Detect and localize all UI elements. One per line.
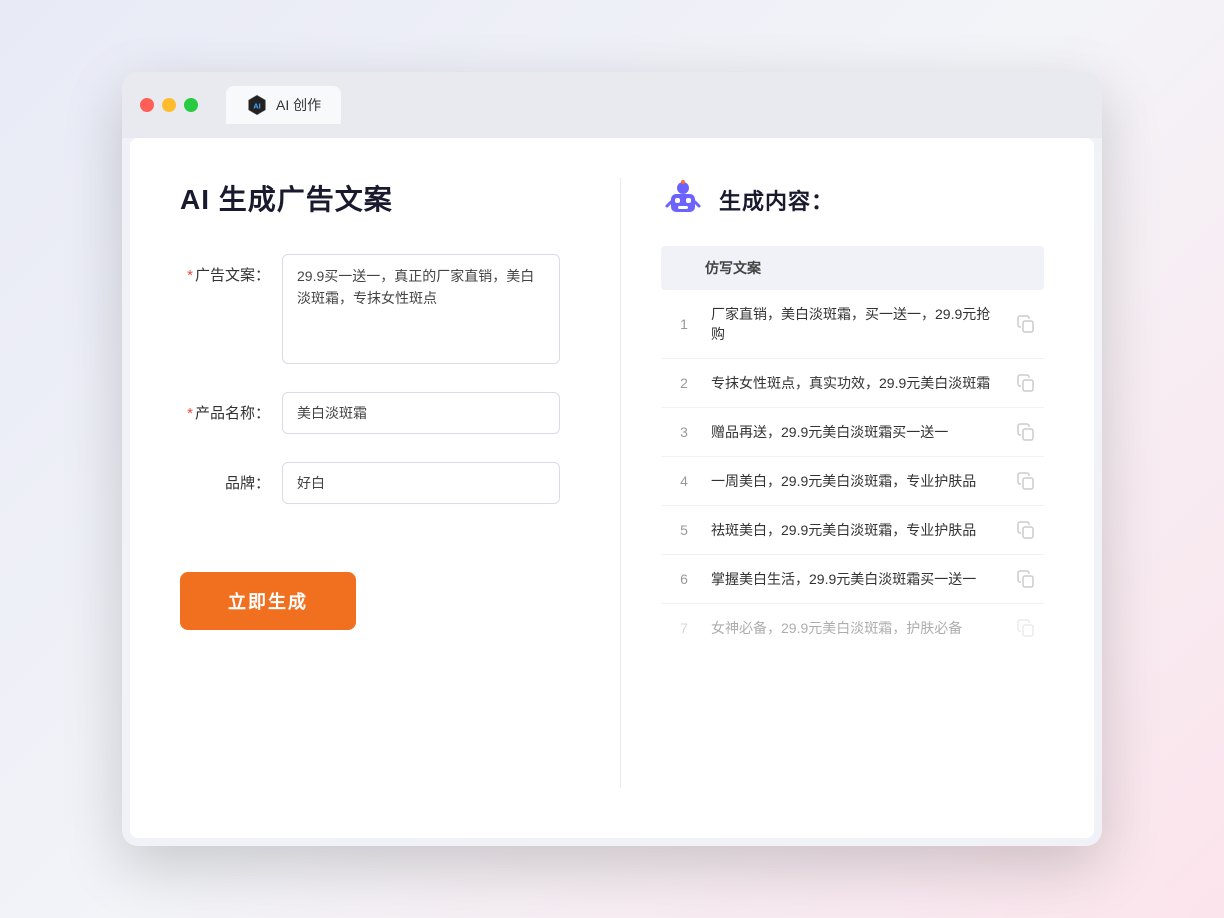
row-number: 7 [669, 620, 699, 636]
traffic-lights [140, 98, 198, 112]
minimize-button[interactable] [162, 98, 176, 112]
row-text: 女神必备，29.9元美白淡斑霜，护肤必备 [699, 618, 1016, 638]
copy-icon[interactable] [1016, 314, 1036, 334]
row-text: 掌握美白生活，29.9元美白淡斑霜买一送一 [699, 569, 1016, 589]
svg-text:AI: AI [253, 101, 261, 110]
browser-window: AI AI 创作 AI 生成广告文案 *广告文案： *产品名称： [122, 72, 1102, 846]
ai-icon: AI [246, 94, 268, 116]
row-number: 6 [669, 571, 699, 587]
copy-icon[interactable] [1016, 471, 1036, 491]
copy-icon[interactable] [1016, 520, 1036, 540]
product-name-label: *产品名称： [180, 392, 270, 423]
page-title: AI 生成广告文案 [180, 178, 560, 218]
panel-divider [620, 178, 621, 788]
tab-title-label: AI 创作 [276, 95, 321, 115]
product-name-input[interactable] [282, 392, 560, 434]
row-number: 3 [669, 424, 699, 440]
copy-icon[interactable] [1016, 618, 1036, 638]
required-star-1: * [187, 267, 193, 284]
result-header: 生成内容： [661, 178, 1044, 222]
copy-icon[interactable] [1016, 569, 1036, 589]
result-row: 5 祛斑美白，29.9元美白淡斑霜，专业护肤品 [661, 506, 1044, 555]
brand-input[interactable] [282, 462, 560, 504]
result-row: 4 一周美白，29.9元美白淡斑霜，专业护肤品 [661, 457, 1044, 506]
left-panel: AI 生成广告文案 *广告文案： *产品名称： 品牌： 立 [180, 178, 600, 788]
row-text: 赠品再送，29.9元美白淡斑霜买一送一 [699, 422, 1016, 442]
brand-label: 品牌： [180, 462, 270, 493]
ad-copy-row: *广告文案： [180, 254, 560, 364]
results-container: 1 厂家直销，美白淡斑霜，买一送一，29.9元抢购 2 专抹女性斑点，真实功效，… [661, 290, 1044, 652]
ad-copy-label: *广告文案： [180, 254, 270, 285]
row-text: 一周美白，29.9元美白淡斑霜，专业护肤品 [699, 471, 1016, 491]
right-panel: 生成内容： 仿写文案 1 厂家直销，美白淡斑霜，买一送一，29.9元抢购 2 专… [641, 178, 1044, 788]
generate-button[interactable]: 立即生成 [180, 572, 356, 630]
row-text: 专抹女性斑点，真实功效，29.9元美白淡斑霜 [699, 373, 1016, 393]
result-row: 2 专抹女性斑点，真实功效，29.9元美白淡斑霜 [661, 359, 1044, 408]
row-number: 2 [669, 375, 699, 391]
close-button[interactable] [140, 98, 154, 112]
results-table: 仿写文案 1 厂家直销，美白淡斑霜，买一送一，29.9元抢购 2 专抹女性斑点，… [661, 246, 1044, 652]
row-text: 祛斑美白，29.9元美白淡斑霜，专业护肤品 [699, 520, 1016, 540]
result-row: 7 女神必备，29.9元美白淡斑霜，护肤必备 [661, 604, 1044, 652]
ad-copy-input[interactable] [282, 254, 560, 364]
result-row: 1 厂家直销，美白淡斑霜，买一送一，29.9元抢购 [661, 290, 1044, 359]
row-text: 厂家直销，美白淡斑霜，买一送一，29.9元抢购 [699, 304, 1016, 344]
browser-tab[interactable]: AI AI 创作 [226, 86, 341, 124]
copy-icon[interactable] [1016, 422, 1036, 442]
copy-icon[interactable] [1016, 373, 1036, 393]
maximize-button[interactable] [184, 98, 198, 112]
brand-row: 品牌： [180, 462, 560, 504]
required-star-2: * [187, 405, 193, 422]
browser-titlebar: AI AI 创作 [122, 72, 1102, 138]
result-row: 6 掌握美白生活，29.9元美白淡斑霜买一送一 [661, 555, 1044, 604]
result-row: 3 赠品再送，29.9元美白淡斑霜买一送一 [661, 408, 1044, 457]
product-name-row: *产品名称： [180, 392, 560, 434]
robot-icon [661, 178, 705, 222]
result-title: 生成内容： [719, 184, 834, 216]
row-number: 5 [669, 522, 699, 538]
row-number: 4 [669, 473, 699, 489]
row-number: 1 [669, 316, 699, 332]
results-column-header: 仿写文案 [661, 246, 1044, 290]
browser-content: AI 生成广告文案 *广告文案： *产品名称： 品牌： 立 [130, 138, 1094, 838]
